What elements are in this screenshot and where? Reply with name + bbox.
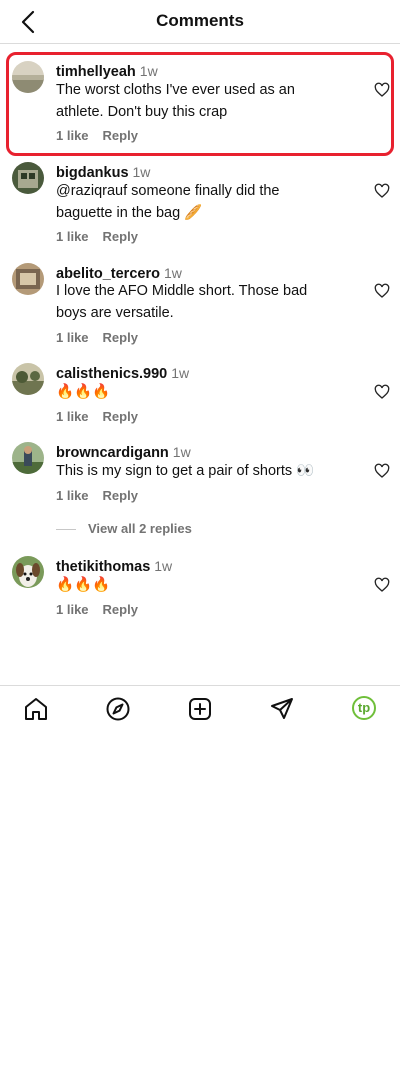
reply-button[interactable]: Reply	[103, 602, 138, 617]
profile-avatar[interactable]: tp	[352, 696, 376, 720]
like-count[interactable]: 1 like	[56, 229, 89, 244]
replies-divider	[56, 529, 76, 531]
create-icon[interactable]	[187, 696, 213, 722]
avatar[interactable]	[12, 556, 44, 588]
direct-message-icon[interactable]	[269, 696, 295, 722]
view-replies-label[interactable]: View all 2 replies	[88, 521, 192, 536]
avatar[interactable]	[12, 363, 44, 395]
explore-icon[interactable]	[105, 696, 131, 722]
comment-text: 🔥🔥🔥	[56, 384, 111, 400]
avatar[interactable]	[12, 61, 44, 93]
like-count[interactable]: 1 like	[56, 128, 89, 143]
comment-time: 1w	[139, 63, 158, 79]
comment-time: 1w	[172, 444, 191, 460]
like-count[interactable]: 1 like	[56, 409, 89, 424]
avatar[interactable]	[12, 442, 44, 474]
comment-text: 🔥🔥🔥	[56, 577, 111, 593]
avatar[interactable]	[12, 263, 44, 295]
view-replies-link[interactable]: View all 2 replies	[56, 521, 192, 536]
like-count[interactable]: 1 like	[56, 602, 89, 617]
like-count[interactable]: 1 like	[56, 330, 89, 345]
heart-icon[interactable]	[374, 82, 390, 98]
like-count[interactable]: 1 like	[56, 488, 89, 503]
comment-time: 1w	[132, 164, 151, 180]
reply-button[interactable]: Reply	[103, 409, 138, 424]
comment-text: This is my sign to get a pair of shorts …	[56, 463, 315, 479]
comment-username[interactable]: calisthenics.990	[56, 366, 167, 382]
heart-icon[interactable]	[374, 577, 390, 593]
home-icon[interactable]	[23, 696, 49, 722]
comment-username[interactable]: thetikithomas	[56, 559, 150, 575]
comment-time: 1w	[154, 558, 173, 574]
comment-time: 1w	[163, 265, 182, 281]
heart-icon[interactable]	[374, 283, 390, 299]
reply-button[interactable]: Reply	[103, 330, 138, 345]
avatar[interactable]	[12, 162, 44, 194]
comment-text: I love the AFO Middle short. Those bad b…	[56, 283, 308, 321]
comment-time: 1w	[171, 365, 190, 381]
heart-icon[interactable]	[374, 183, 390, 199]
heart-icon[interactable]	[374, 384, 390, 400]
comment-username[interactable]: browncardigann	[56, 445, 169, 461]
reply-button[interactable]: Reply	[103, 128, 138, 143]
reply-button[interactable]: Reply	[103, 229, 138, 244]
header: Comments	[0, 0, 400, 44]
page-title: Comments	[156, 11, 244, 30]
bottom-nav: tp	[0, 685, 400, 731]
comment-text: The worst cloths I've ever used as an at…	[56, 82, 295, 120]
comment-username[interactable]: bigdankus	[56, 165, 129, 181]
comment-text: @raziqrauf someone finally did the bague…	[56, 183, 280, 221]
heart-icon[interactable]	[374, 463, 390, 479]
reply-button[interactable]: Reply	[103, 488, 138, 503]
comment-username[interactable]: timhellyeah	[56, 64, 136, 80]
